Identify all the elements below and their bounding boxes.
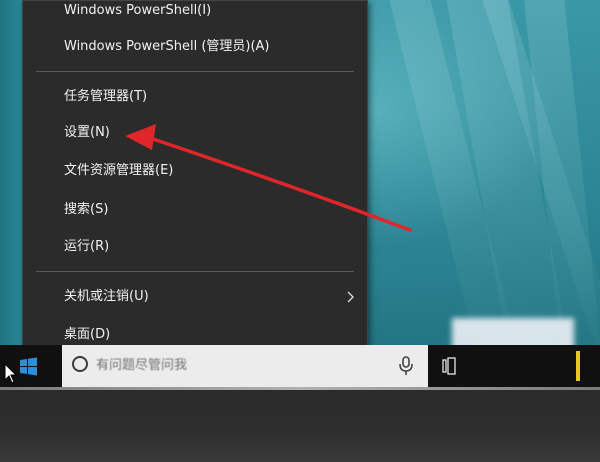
menu-item-label: 任务管理器(T): [64, 89, 148, 104]
search-placeholder: 有问题尽管问我: [96, 358, 188, 373]
menu-item-label: 文件资源管理器(E): [64, 163, 174, 178]
chevron-right-icon: [346, 282, 356, 322]
screen-edge: [0, 387, 600, 390]
winx-context-menu: Windows PowerShell(I) Windows PowerShell…: [22, 0, 368, 362]
menu-item-powershell[interactable]: Windows PowerShell(I): [22, 0, 368, 26]
mouse-pointer-icon: [4, 362, 18, 385]
menu-item-search[interactable]: 搜索(S): [22, 195, 368, 225]
menu-item-label: 搜索(S): [64, 202, 109, 217]
cortana-icon[interactable]: [72, 356, 88, 372]
menu-item-task-manager[interactable]: 任务管理器(T): [22, 82, 368, 112]
menu-item-label: 设置(N): [64, 125, 110, 140]
menu-item-label: Windows PowerShell(I): [64, 3, 212, 18]
menu-separator: [36, 71, 354, 72]
menu-item-label: 关机或注销(U): [64, 289, 149, 304]
taskbar: 有问题尽管问我: [0, 345, 600, 387]
menu-item-label: 运行(R): [64, 239, 110, 254]
menu-item-settings[interactable]: 设置(N): [22, 118, 368, 148]
menu-separator: [36, 271, 354, 272]
taskbar-app-indicator[interactable]: [576, 351, 580, 381]
menu-item-shutdown[interactable]: 关机或注销(U): [22, 282, 368, 312]
windows-start-icon[interactable]: [14, 355, 42, 379]
menu-item-label: Windows PowerShell (管理员)(A): [64, 39, 270, 54]
menu-item-file-explorer[interactable]: 文件资源管理器(E): [22, 156, 368, 186]
desktop-edge: [0, 0, 22, 345]
taskbar-search-box[interactable]: 有问题尽管问我: [62, 345, 428, 387]
menu-item-powershell-admin[interactable]: Windows PowerShell (管理员)(A): [22, 32, 368, 62]
screen-bottom-area: [0, 387, 600, 462]
task-view-icon[interactable]: [442, 357, 456, 375]
menu-item-run[interactable]: 运行(R): [22, 232, 368, 262]
microphone-icon[interactable]: [394, 353, 418, 379]
